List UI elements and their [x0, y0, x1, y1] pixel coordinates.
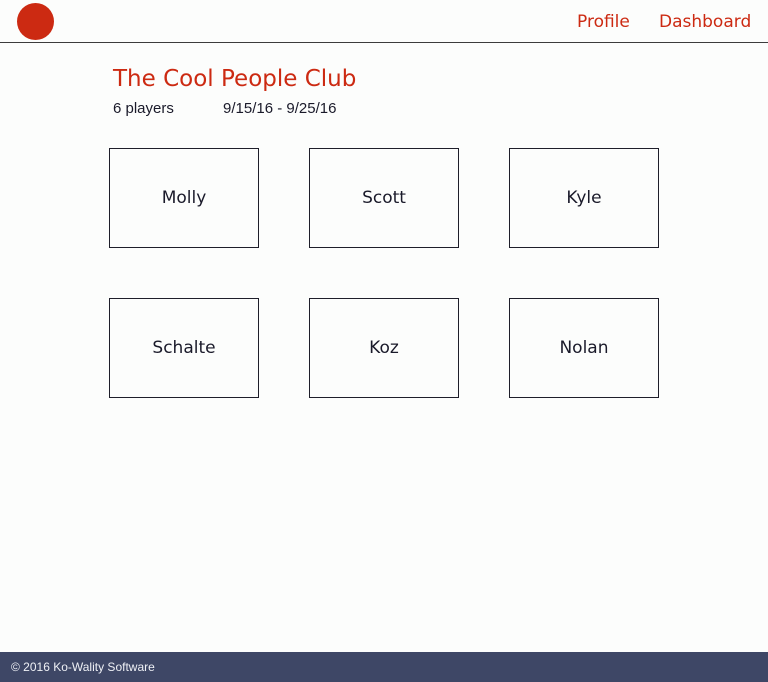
player-card-koz[interactable]: Koz	[309, 298, 459, 398]
nav-dashboard-link[interactable]: Dashboard	[659, 11, 751, 33]
date-range: 9/15/16 - 9/25/16	[223, 100, 337, 117]
player-card-kyle[interactable]: Kyle	[509, 148, 659, 248]
player-card-schalte[interactable]: Schalte	[109, 298, 259, 398]
top-header: Profile Dashboard	[0, 0, 768, 43]
copyright-text: © 2016 Ko-Wality Software	[11, 660, 155, 674]
nav-profile-link[interactable]: Profile	[577, 11, 630, 33]
footer: © 2016 Ko-Wality Software	[0, 652, 768, 682]
club-title: The Cool People Club	[113, 66, 357, 92]
player-card-molly[interactable]: Molly	[109, 148, 259, 248]
player-card-scott[interactable]: Scott	[309, 148, 459, 248]
player-count: 6 players	[113, 100, 174, 117]
player-card-nolan[interactable]: Nolan	[509, 298, 659, 398]
player-grid: Molly Scott Kyle Schalte Koz Nolan	[109, 148, 659, 398]
logo-icon[interactable]	[17, 3, 54, 40]
